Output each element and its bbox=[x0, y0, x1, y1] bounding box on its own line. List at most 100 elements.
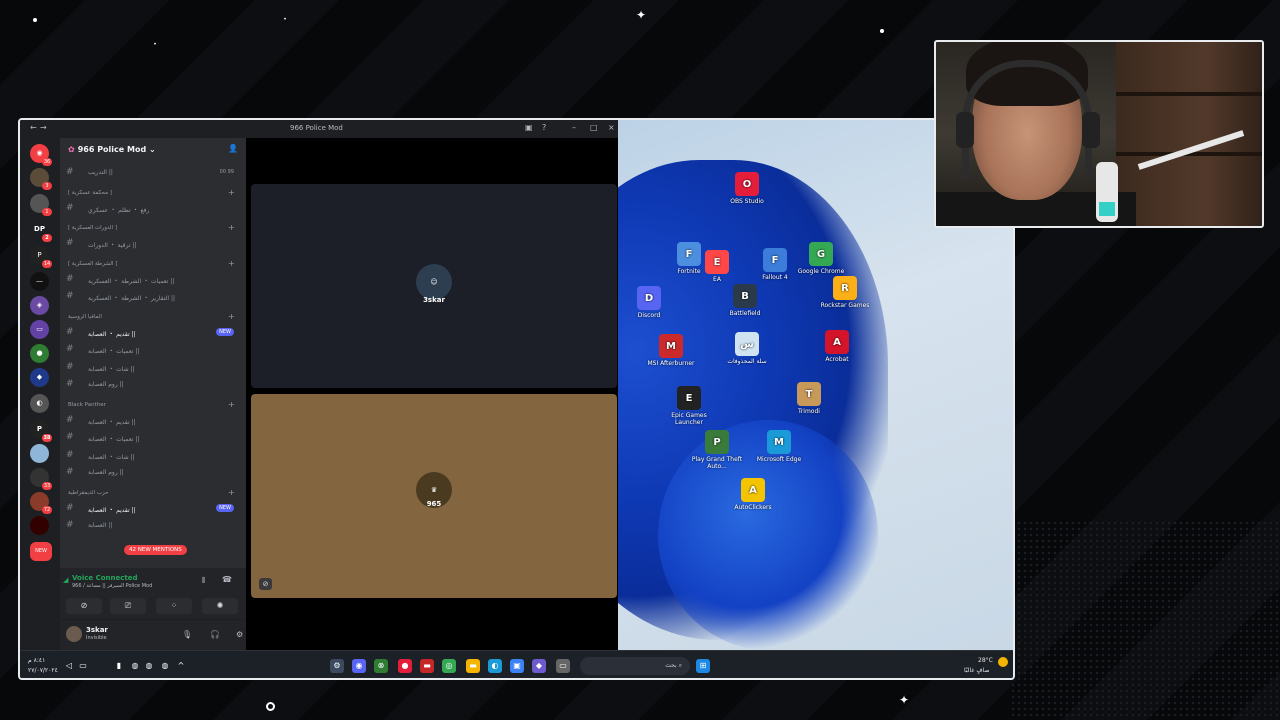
settings-gear-icon[interactable]: ⚙ bbox=[330, 659, 344, 673]
channel-item[interactable]: # روم العصابة || bbox=[66, 466, 238, 480]
channel-item[interactable]: # التقارير ・ الشرطة ・ العسكرية || bbox=[66, 290, 238, 304]
channel-category[interactable]: [ الشرطة العسكرية ] + bbox=[68, 259, 235, 268]
server-icon[interactable]: ◈ bbox=[30, 296, 49, 315]
tray-app-icon[interactable]: ◍ bbox=[158, 659, 172, 673]
server-header[interactable]: ✿ 966 Police Mod ⌄ 👤 bbox=[60, 138, 246, 162]
add-channel-icon[interactable]: + bbox=[228, 400, 235, 409]
weather-desc[interactable]: صافٍ غالبًا bbox=[964, 667, 989, 674]
home-icon[interactable]: ◉ 36 bbox=[30, 144, 52, 166]
server-icon[interactable]: 3 bbox=[30, 168, 52, 190]
add-channel-icon[interactable]: + bbox=[228, 312, 235, 321]
channel-item[interactable]: # تقديم ・ العصابة || NEW bbox=[66, 502, 238, 516]
desktop-shortcut[interactable]: R Rockstar Games bbox=[816, 276, 874, 309]
speaker-icon[interactable]: ◁ bbox=[62, 659, 76, 673]
microphone-icon[interactable]: ▮ bbox=[112, 659, 126, 673]
desktop-shortcut[interactable]: M Microsoft Edge bbox=[750, 430, 808, 463]
add-member-icon[interactable]: 👤 bbox=[228, 144, 238, 153]
desktop-shortcut[interactable]: D Discord bbox=[620, 286, 678, 319]
server-icon[interactable]: DP 2 bbox=[30, 220, 52, 242]
desktop-shortcut[interactable]: E EA bbox=[688, 250, 746, 283]
channel-item[interactable]: # روم العصابة || bbox=[66, 378, 238, 392]
xbox-icon[interactable]: ⊗ bbox=[374, 659, 388, 673]
screen-share-button[interactable]: ⎚ bbox=[110, 598, 146, 614]
channel-item[interactable]: # شات ・ العصابة || bbox=[66, 361, 238, 375]
weather-icon[interactable] bbox=[998, 657, 1008, 667]
network-icon[interactable]: ▭ bbox=[76, 659, 90, 673]
task-view-icon[interactable]: ▭ bbox=[556, 659, 570, 673]
store-icon[interactable]: ▣ bbox=[510, 659, 524, 673]
desktop-shortcut[interactable]: A Acrobat bbox=[808, 330, 866, 363]
hide-video-icon[interactable]: ⊘ bbox=[259, 578, 272, 590]
channel-item[interactable]: # تعميات ・ العصابة || bbox=[66, 431, 238, 445]
server-icon[interactable]: P 14 bbox=[30, 246, 52, 268]
desktop-shortcut[interactable]: P Play Grand Theft Auto... bbox=[688, 430, 746, 470]
add-channel-icon[interactable]: + bbox=[228, 259, 235, 268]
desktop-shortcut[interactable]: B Battlefield bbox=[716, 284, 774, 317]
channel-item[interactable]: # رفع ・ تظلم ・ عسكري bbox=[66, 202, 238, 216]
add-channel-icon[interactable]: + bbox=[228, 188, 235, 197]
settings-gear-icon[interactable]: ⚙ bbox=[236, 630, 243, 639]
soundboard-button[interactable]: ✺ bbox=[202, 598, 238, 614]
tray-app-icon[interactable]: ◍ bbox=[142, 659, 156, 673]
desktop-shortcut[interactable]: س سلة المحذوفات bbox=[718, 332, 776, 365]
server-icon[interactable]: ◐ bbox=[30, 394, 49, 413]
twitch-icon[interactable]: ▭ bbox=[30, 320, 49, 339]
camera-off-button[interactable]: ⊘ bbox=[66, 598, 102, 614]
noise-suppression-icon[interactable]: ⫴ bbox=[202, 576, 205, 586]
server-icon[interactable] bbox=[30, 444, 49, 463]
microphone-icon[interactable]: 🎙 bbox=[182, 630, 192, 639]
channel-category[interactable]: المافيا الروسية + bbox=[68, 312, 235, 321]
tray-app-icon[interactable]: ◍ bbox=[128, 659, 142, 673]
close-button[interactable]: × bbox=[608, 123, 615, 132]
minimize-button[interactable]: – bbox=[572, 123, 576, 132]
channel-item[interactable]: # تعميات ・ العصابة || bbox=[66, 343, 238, 357]
weather-temp[interactable]: 28°C bbox=[978, 657, 993, 664]
add-channel-icon[interactable]: + bbox=[228, 223, 235, 232]
channel-item[interactable]: # ترقية ・ الدورات || bbox=[66, 237, 238, 251]
voice-channel[interactable]: 966 / السيرفر || مساعد Police Mod bbox=[72, 583, 152, 589]
new-mentions-pill[interactable]: 42 NEW MENTIONS bbox=[124, 545, 187, 555]
server-icon[interactable]: — bbox=[30, 272, 49, 291]
help-icon[interactable]: ? bbox=[542, 123, 546, 132]
participant-tile[interactable]: ☺ 3skar bbox=[251, 184, 617, 388]
server-icon[interactable]: 72 bbox=[30, 492, 52, 514]
maximize-button[interactable]: □ bbox=[590, 123, 598, 132]
avatar[interactable] bbox=[66, 626, 82, 642]
server-icon[interactable]: 1 bbox=[30, 194, 52, 216]
server-icon[interactable]: ● bbox=[30, 344, 49, 363]
file-explorer-icon[interactable]: ▬ bbox=[466, 659, 480, 673]
app-taskbar-icon[interactable]: ▬ bbox=[420, 659, 434, 673]
taskbar-search[interactable]: بحث ⌕ bbox=[580, 657, 690, 675]
signal-icon[interactable]: ◢ bbox=[63, 576, 68, 584]
forward-icon[interactable]: → bbox=[40, 123, 47, 132]
channel-item[interactable]: # التدريب || 00 99 bbox=[66, 166, 238, 180]
inbox-icon[interactable]: ▣ bbox=[525, 123, 533, 132]
channel-item[interactable]: # العصابة || bbox=[66, 519, 238, 533]
server-icon[interactable]: ◆ bbox=[30, 368, 49, 387]
desktop-shortcut[interactable]: E Epic Games Launcher bbox=[660, 386, 718, 426]
channel-item[interactable]: # شات ・ العصابة || bbox=[66, 449, 238, 463]
channel-category[interactable]: Black Panther + bbox=[68, 400, 235, 409]
desktop-shortcut[interactable]: T Trimodi bbox=[780, 382, 838, 415]
clock-time[interactable]: ٨:٤١ م bbox=[28, 657, 45, 664]
add-channel-icon[interactable]: + bbox=[228, 488, 235, 497]
channel-item[interactable]: # تقديم ・ العصابة || NEW bbox=[66, 326, 238, 340]
desktop-shortcut[interactable]: O OBS Studio bbox=[718, 172, 776, 205]
desktop-shortcut[interactable]: A AutoClickers bbox=[724, 478, 782, 511]
copilot-icon[interactable]: ◆ bbox=[532, 659, 546, 673]
back-icon[interactable]: ← bbox=[30, 123, 37, 132]
channel-category[interactable]: [ الدورات العسكرية ] + bbox=[68, 223, 235, 232]
channel-item[interactable]: # تعميات ・ الشرطة ・ العسكرية || bbox=[66, 273, 238, 287]
desktop-shortcut[interactable]: G Google Chrome bbox=[792, 242, 850, 275]
channel-category[interactable]: [ محكمة عسكرية ] + bbox=[68, 188, 235, 197]
server-icon[interactable]: 33 bbox=[30, 468, 52, 490]
channel-item[interactable]: # تقديم ・ العصابة || bbox=[66, 414, 238, 428]
disconnect-icon[interactable]: ☎ bbox=[222, 575, 232, 584]
headphones-icon[interactable]: 🎧 bbox=[210, 630, 220, 639]
obs-taskbar-icon[interactable]: ● bbox=[398, 659, 412, 673]
channel-category[interactable]: حزب الديمقراطية + bbox=[68, 488, 235, 497]
edge-taskbar-icon[interactable]: ◐ bbox=[488, 659, 502, 673]
server-icon[interactable]: P 38 bbox=[30, 420, 52, 442]
clock-date[interactable]: ٢٧/٠٧/٢٠٢٤ bbox=[28, 667, 58, 674]
new-servers-badge[interactable]: NEW bbox=[30, 542, 52, 561]
